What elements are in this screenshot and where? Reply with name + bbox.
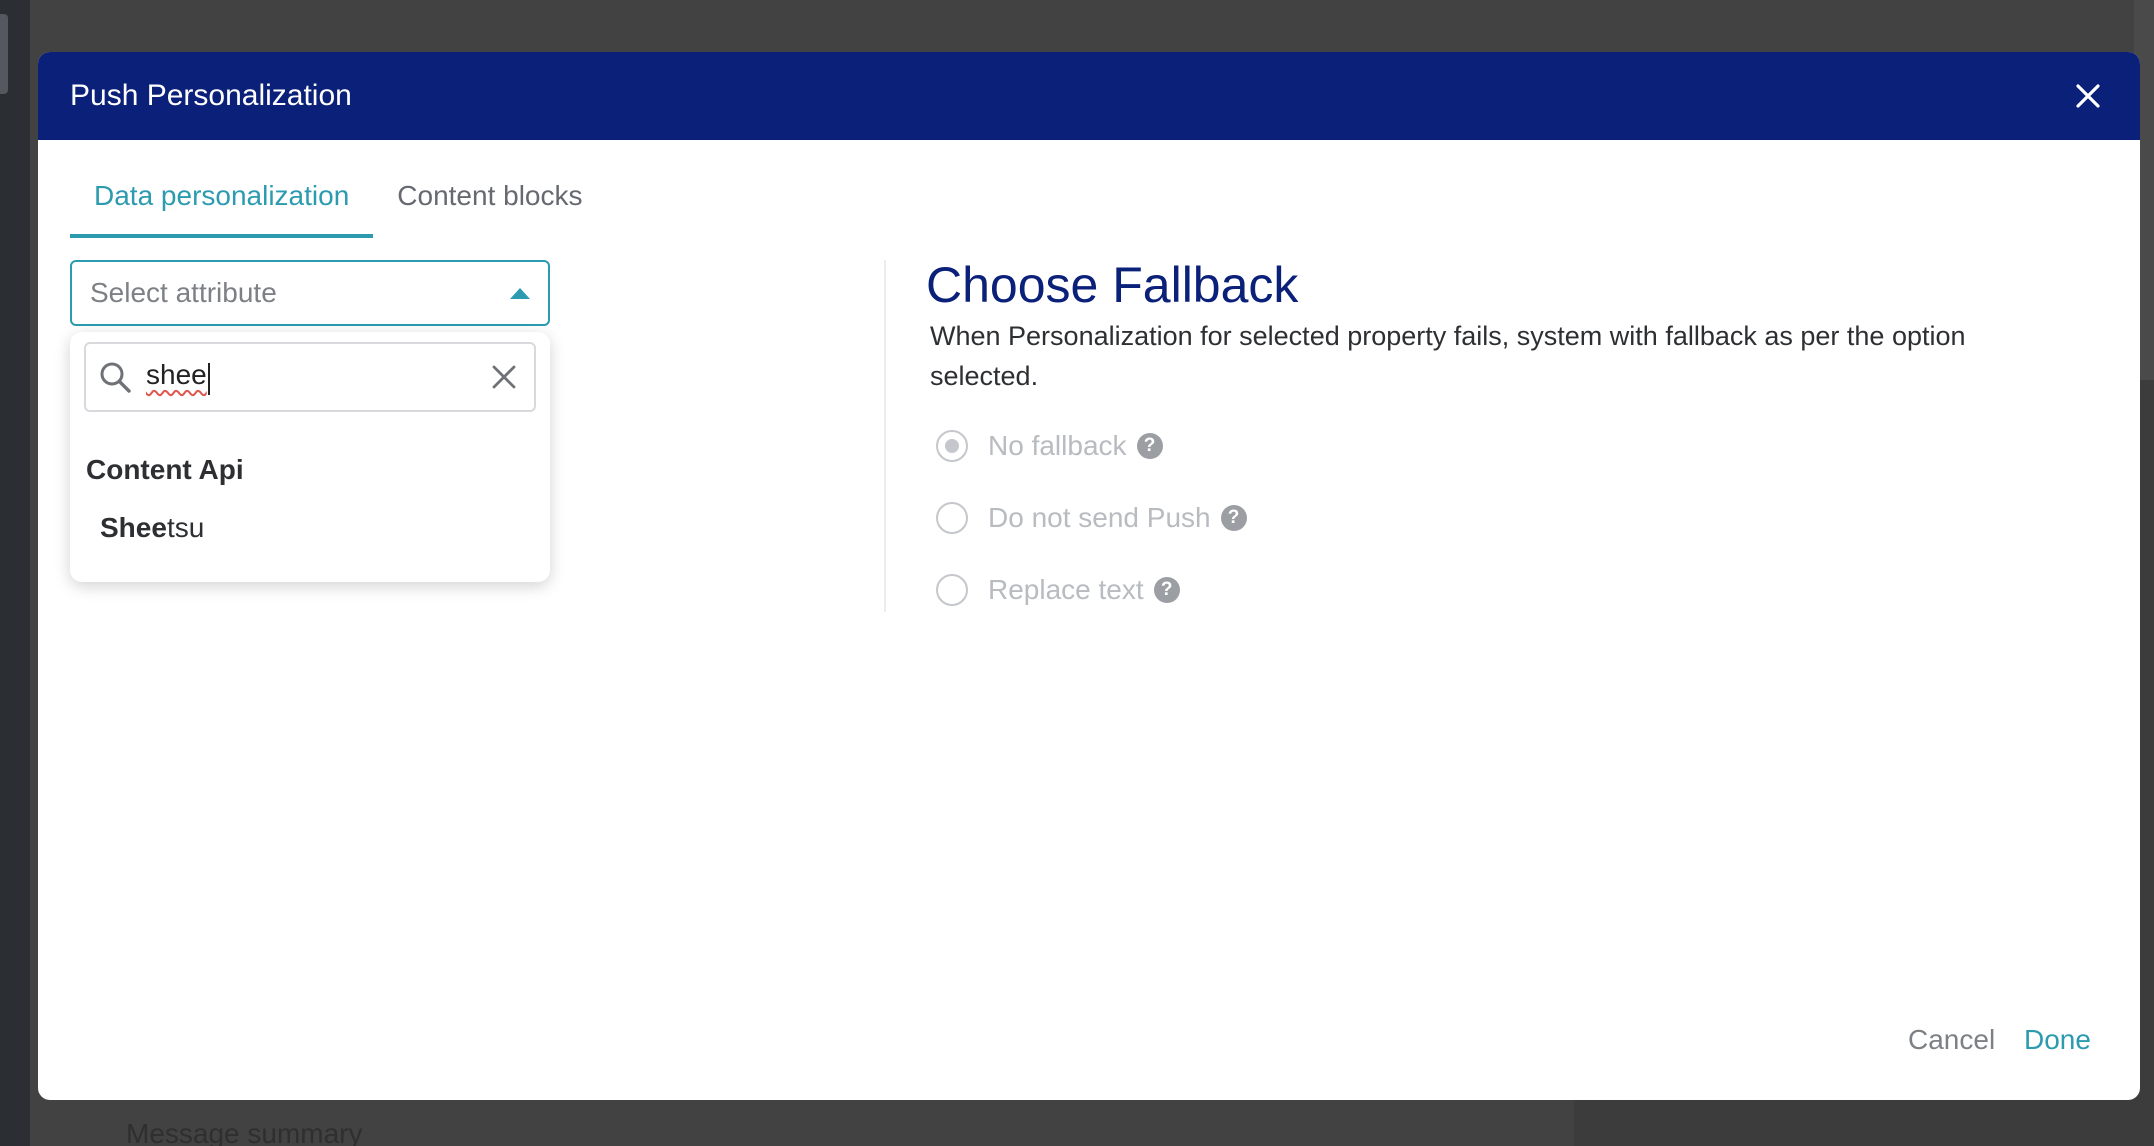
tab-content-blocks[interactable]: Content blocks [373,180,606,238]
done-button[interactable]: Done [2024,1024,2091,1056]
background-sidebar [0,0,30,1146]
search-text-area: shee [146,359,486,396]
radio-replace-text[interactable]: Replace text ? [936,574,1180,606]
help-icon[interactable]: ? [1136,433,1163,459]
radio-label: Replace text [988,574,1144,605]
vertical-divider [884,260,886,612]
attribute-search-input[interactable]: shee [84,342,536,412]
push-personalization-modal: Push Personalization Data personalizatio… [38,52,2140,1100]
fallback-description: When Personalization for selected proper… [930,321,1966,391]
option-rest-text: tsu [166,512,205,543]
fallback-title: Choose Fallback [926,257,1299,313]
radio-label: Do not send Push [988,502,1211,533]
tab-data-personalization[interactable]: Data personalization [70,180,374,238]
attribute-select-placeholder: Select attribute [90,277,277,308]
radio-do-not-send-push[interactable]: Do not send Push ? [936,502,1247,534]
radio-button[interactable] [936,502,968,534]
radio-dot [945,439,959,453]
option-match-text: Shee [100,512,167,543]
sidebar-handle [0,14,8,94]
cancel-button[interactable]: Cancel [1908,1024,1995,1056]
modal-title: Push Personalization [70,79,352,112]
clear-icon [492,365,516,389]
dropdown-group-label: Content Api [86,454,244,485]
help-icon[interactable]: ? [1220,505,1247,531]
search-icon [100,362,131,393]
text-cursor [207,363,210,396]
radio-no-fallback[interactable]: No fallback ? [936,430,1163,462]
dropdown-option-sheetsu[interactable]: Sheetsu [100,512,204,544]
search-value: shee [146,358,207,390]
modal-header: Push Personalization [38,52,2140,140]
help-icon[interactable]: ? [1153,577,1180,603]
background-summary-label: Message summary [126,1118,363,1146]
radio-button-selected[interactable] [936,430,968,462]
tab-bar: Data personalization Content blocks [70,180,607,238]
close-button[interactable] [2068,76,2108,116]
caret-up-icon [510,287,530,299]
attribute-select[interactable]: Select attribute [70,260,550,326]
radio-button[interactable] [936,574,968,606]
attribute-dropdown: shee Content Api Sheetsu [70,332,550,582]
close-icon [2076,84,2100,108]
radio-label: No fallback [988,430,1127,461]
clear-search-button[interactable] [486,359,522,395]
